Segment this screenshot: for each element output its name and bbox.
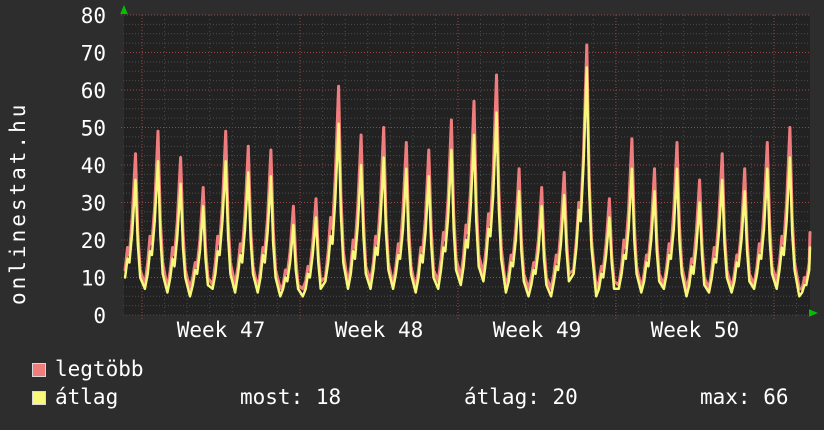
x-week-label: Week 50 [651, 318, 740, 342]
y-tick-label: 10 [81, 267, 106, 291]
legend-label-atlag: átlag [55, 387, 118, 408]
x-week-label: Week 49 [493, 318, 582, 342]
stat-max: max: 66 [700, 387, 789, 408]
y-tick-label: 70 [81, 42, 106, 66]
y-axis-arrow-icon [120, 5, 128, 14]
rrd-graph: onlinestat.hu 01020304050607080Week 47We… [0, 0, 824, 430]
x-week-label: Week 47 [177, 318, 266, 342]
y-tick-label: 20 [81, 229, 106, 253]
x-axis-arrow-icon [809, 309, 818, 317]
y-tick-label: 60 [81, 79, 106, 103]
y-tick-label: 30 [81, 192, 106, 216]
y-tick-label: 80 [81, 4, 106, 28]
y-tick-label: 40 [81, 154, 106, 178]
y-tick-label: 50 [81, 117, 106, 141]
y-tick-label: 0 [93, 304, 106, 328]
legend-swatch-legtobb [32, 363, 46, 377]
stat-most: most: 18 [240, 387, 341, 408]
stat-atlag: átlag: 20 [464, 387, 578, 408]
legend-label-legtobb: legtöbb [55, 359, 144, 380]
x-week-label: Week 48 [335, 318, 424, 342]
legend-swatch-atlag [32, 391, 46, 405]
chart-canvas: 0 10 20 30 40 50 60 70 80 Week 47 Week 48 Week 49 We… [0, 0, 824, 356]
